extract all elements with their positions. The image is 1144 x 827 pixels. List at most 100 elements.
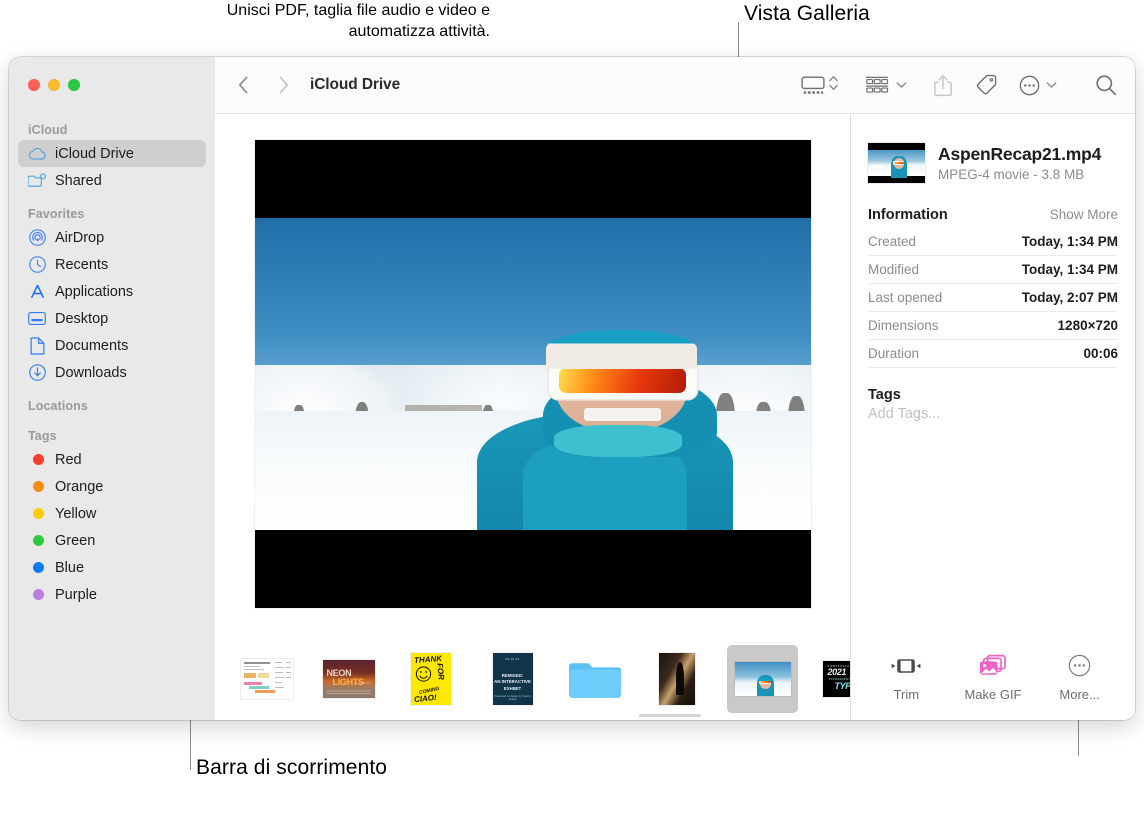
sidebar-item-label: Documents (55, 337, 129, 354)
sidebar-item-airdrop[interactable]: AirDrop (18, 224, 206, 251)
sidebar-item-tag-blue[interactable]: Blue (18, 554, 206, 581)
desktop-icon (28, 310, 46, 328)
content-area: iCloud Drive NEON LIGHTS EXHIBITION THAN… (215, 57, 1135, 720)
share-icon[interactable] (933, 70, 953, 100)
path-title[interactable]: iCloud Drive (310, 76, 400, 94)
sidebar-item-tag-green[interactable]: Green (18, 527, 206, 554)
close-button[interactable] (28, 79, 40, 91)
file-thumbnail (868, 143, 925, 183)
portfolio-2021-poster-thumbnail[interactable]: PORTFOLIO 2021 TYPOGRAPHY TYPE FIU REN (817, 649, 850, 709)
view-mode-control[interactable] (801, 70, 839, 100)
more-button[interactable]: More... (1041, 653, 1119, 702)
file-name: AspenRecap21.mp4 (938, 144, 1102, 164)
thumbnail-art (658, 653, 695, 705)
sidebar-item-downloads[interactable]: Downloads (18, 359, 206, 386)
search-icon[interactable] (1095, 70, 1117, 100)
forward-button[interactable] (269, 71, 297, 99)
chart-document-thumbnail[interactable] (235, 649, 298, 709)
info-key: Modified (868, 262, 920, 277)
trim-button[interactable]: Trim (867, 653, 945, 702)
annotation-quick-actions-line1: Unisci PDF, taglia file audio e video e (226, 2, 490, 19)
back-button[interactable] (229, 71, 257, 99)
more-circle-icon[interactable] (1019, 70, 1040, 100)
sidebar-header-locations: Locations (28, 399, 88, 413)
group-by-control[interactable] (865, 70, 907, 100)
group-by-icon[interactable] (865, 70, 889, 100)
aspen-recap-video-thumbnail[interactable] (727, 645, 798, 713)
sidebar-item-label: Red (55, 451, 82, 468)
remixed-exhibit-poster-thumbnail[interactable]: 03.10.21 REMIXED: AN INTERACTIVE EXHIBIT P… (481, 649, 544, 709)
sidebar-item-desktop[interactable]: Desktop (18, 305, 206, 332)
thumbnail-art (734, 662, 791, 696)
sidebar-item-shared[interactable]: Shared (18, 167, 206, 194)
make-gif-button[interactable]: Make GIF (954, 653, 1032, 702)
thank-you-yellow-poster-thumbnail[interactable]: THANK FOR CIAO! COMING (399, 649, 462, 709)
sidebar-item-recents[interactable]: Recents (18, 251, 206, 278)
quick-action-label: Trim (893, 686, 920, 702)
info-panel: AspenRecap21.mp4 MPEG-4 movie - 3.8 MB I… (850, 114, 1135, 720)
sidebar-item-documents[interactable]: Documents (18, 332, 206, 359)
download-icon (28, 364, 46, 382)
clock-icon (28, 256, 46, 274)
tag-dot-icon (28, 559, 46, 577)
gallery-view-icon[interactable] (801, 70, 825, 100)
applications-icon (28, 283, 46, 301)
sidebar-header-icloud: iCloud (28, 123, 68, 137)
folder-thumbnail[interactable] (563, 649, 626, 709)
airdrop-icon (28, 229, 46, 247)
information-title: Information (868, 207, 948, 223)
info-row-modified: Modified Today, 1:34 PM (868, 256, 1118, 284)
sidebar-item-label: Applications (55, 283, 134, 300)
add-tags-field[interactable]: Add Tags... (868, 406, 1118, 422)
sidebar-item-tag-orange[interactable]: Orange (18, 473, 206, 500)
annotation-quick-actions: Unisci PDF, taglia file audio e video e … (0, 0, 490, 43)
group-by-chevron-down-icon[interactable] (896, 76, 907, 94)
quick-action-label: Make GIF (964, 686, 1022, 702)
sidebar-header-tags: Tags (28, 429, 57, 443)
sidebar-item-label: Blue (55, 559, 85, 576)
horizontal-scrollbar[interactable] (639, 714, 701, 717)
neon-lights-poster-thumbnail[interactable]: NEON LIGHTS EXHIBITION (317, 649, 380, 709)
tags-title: Tags (868, 387, 901, 403)
file-header: AspenRecap21.mp4 MPEG-4 movie - 3.8 MB (868, 143, 1118, 183)
video-frame (254, 218, 811, 530)
zoom-button[interactable] (68, 79, 80, 91)
dark-corridor-photo-thumbnail[interactable] (645, 649, 708, 709)
cloud-icon (28, 145, 46, 163)
show-more-link[interactable]: Show More (1050, 207, 1118, 222)
sidebar-item-tag-yellow[interactable]: Yellow (18, 500, 206, 527)
sidebar-item-tag-purple[interactable]: Purple (18, 581, 206, 608)
tag-dot-icon (28, 451, 46, 469)
preview-column: NEON LIGHTS EXHIBITION THANK FOR CIAO! C… (215, 114, 850, 720)
sidebar-item-label: Purple (55, 586, 97, 603)
sidebar-item-applications[interactable]: Applications (18, 278, 206, 305)
annotation-gallery-view: Vista Galleria (744, 2, 870, 25)
sidebar-item-label: Yellow (55, 505, 97, 522)
sidebar-item-icloud-drive[interactable]: iCloud Drive (18, 140, 206, 167)
info-row-created: Created Today, 1:34 PM (868, 228, 1118, 256)
trim-icon (889, 653, 923, 679)
info-key: Dimensions (868, 318, 939, 333)
shared-folder-icon (28, 172, 46, 190)
more-chevron-down-icon[interactable] (1046, 76, 1057, 94)
thumbnail-art: NEON LIGHTS EXHIBITION (322, 660, 375, 698)
info-key: Created (868, 234, 917, 249)
tag-icon[interactable] (975, 70, 997, 100)
more-actions-control[interactable] (1019, 70, 1057, 100)
goggle-lens (558, 367, 687, 393)
view-mode-updown-chevron-icon[interactable] (828, 73, 839, 98)
thumbnail-art: THANK FOR CIAO! COMING (410, 653, 451, 705)
info-row-duration: Duration 00:06 (868, 340, 1118, 368)
filmstrip[interactable]: NEON LIGHTS EXHIBITION THANK FOR CIAO! C… (215, 638, 850, 720)
video-preview-still[interactable] (254, 140, 811, 608)
sidebar-item-tag-red[interactable]: Red (18, 446, 206, 473)
sidebar: iCloud iCloud Drive Shared Favorites Air… (9, 57, 215, 720)
minimize-button[interactable] (48, 79, 60, 91)
info-value: Today, 2:07 PM (1021, 290, 1118, 305)
thumbnail-art: 03.10.21 REMIXED: AN INTERACTIVE EXHIBIT P… (492, 653, 533, 705)
sidebar-item-label: Shared (55, 172, 102, 189)
document-icon (28, 336, 46, 355)
info-key: Last opened (868, 290, 943, 305)
